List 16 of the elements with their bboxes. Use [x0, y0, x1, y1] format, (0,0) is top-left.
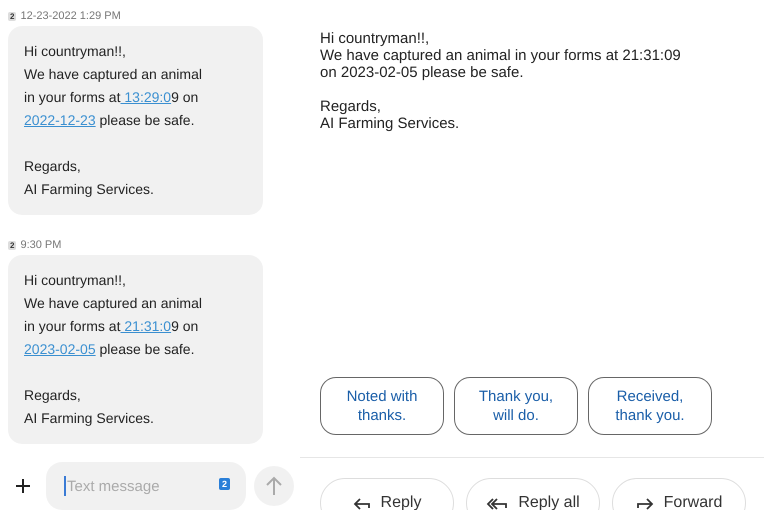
email-body: Hi countryman!!, We have captured an animal in your forms at 21:31:09 on 2023-02-05 please be safe. Regards, AI Farming Services.: [320, 30, 682, 132]
message-time: 9:30 PM: [20, 239, 62, 251]
reply-button[interactable]: Reply: [320, 478, 454, 510]
smart-reply-button[interactable]: Thank you, will do.: [454, 377, 578, 435]
smart-reply-button[interactable]: Received, thank you.: [588, 377, 712, 435]
forward-button[interactable]: Forward: [612, 478, 746, 510]
sim-badge: 2: [8, 12, 16, 20]
message-text: Hi countryman!!, We have captured an animal in your forms at 13:29:09 on 2022-12-23 please be safe. Regards, AI Farming Services.: [24, 42, 203, 199]
message-text: Hi countryman!!, We have captured an animal in your forms at 21:31:09 on 2023-02-05 please be safe. Regards, AI Farming Services.: [24, 271, 203, 428]
forward-icon: [636, 496, 654, 510]
reply-icon: [352, 496, 371, 510]
sim-badge: 2: [218, 478, 230, 490]
reply-all-icon: [486, 496, 508, 510]
smart-reply-button[interactable]: Noted with thanks.: [320, 377, 444, 435]
message-time: 12-23-2022 1:29 PM: [20, 10, 121, 22]
sim-badge: 2: [8, 240, 16, 250]
